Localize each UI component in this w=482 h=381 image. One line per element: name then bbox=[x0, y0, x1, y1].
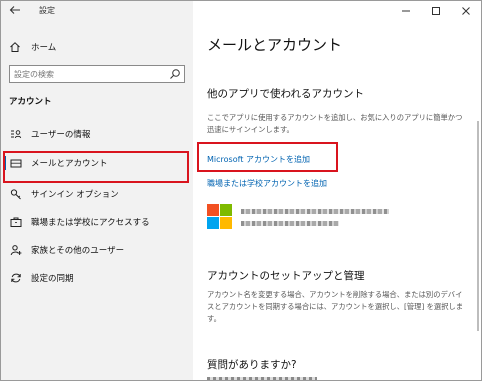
close-icon bbox=[462, 7, 470, 15]
sidebar: 設定 ホーム アカウント bbox=[1, 1, 193, 380]
sidebar-item-sync-settings[interactable]: 設定の同期 bbox=[1, 265, 193, 291]
ms-logo-red bbox=[207, 204, 219, 216]
app-title: 設定 bbox=[39, 6, 55, 15]
setup-heading: アカウントのセットアップと管理 bbox=[207, 270, 365, 282]
maximize-icon bbox=[432, 7, 440, 15]
sidebar-item-label: 職場または学校にアクセスする bbox=[31, 218, 150, 228]
blurred-account-type bbox=[241, 221, 339, 226]
other-apps-heading: 他のアプリで使われるアカウント bbox=[207, 88, 364, 100]
person-add-icon bbox=[9, 244, 23, 256]
scrollbar[interactable] bbox=[477, 121, 479, 331]
sync-icon bbox=[9, 272, 23, 284]
sidebar-item-signin-options[interactable]: サインイン オプション bbox=[1, 181, 193, 207]
user-info-icon bbox=[9, 128, 23, 140]
briefcase-icon bbox=[9, 216, 23, 228]
search-box[interactable] bbox=[9, 65, 185, 83]
section-label-account: アカウント bbox=[9, 97, 52, 107]
key-icon bbox=[9, 188, 23, 200]
search-input[interactable] bbox=[14, 67, 164, 81]
question-heading: 質問がありますか? bbox=[207, 359, 297, 371]
minimize-icon bbox=[402, 10, 410, 12]
sidebar-item-label: 設定の同期 bbox=[31, 274, 74, 284]
microsoft-logo-icon[interactable] bbox=[207, 204, 232, 229]
close-button[interactable] bbox=[451, 1, 481, 21]
back-arrow-icon bbox=[9, 6, 20, 14]
sidebar-item-label: サインイン オプション bbox=[31, 190, 119, 200]
minimize-button[interactable] bbox=[391, 1, 421, 21]
highlight-outline-link bbox=[197, 142, 338, 172]
page-title: メールとアカウント bbox=[207, 36, 343, 54]
highlight-outline-sidebar bbox=[3, 151, 189, 183]
nav-home[interactable]: ホーム bbox=[9, 40, 56, 54]
search-icon[interactable] bbox=[169, 68, 181, 80]
window-controls bbox=[391, 1, 481, 23]
setup-description: アカウント名を変更する場合、アカウントを削除する場合、または別のデバイスとアカウ… bbox=[207, 290, 464, 323]
blurred-account-email bbox=[241, 209, 389, 214]
maximize-button[interactable] bbox=[421, 1, 451, 21]
ms-logo-green bbox=[220, 204, 232, 216]
other-apps-description: ここでアプリに使用するアカウントを追加し、お気に入りのアプリに簡単かつ迅速にサイ… bbox=[207, 113, 463, 134]
add-work-account-link[interactable]: 職場または学校アカウントを追加 bbox=[207, 178, 327, 189]
sidebar-item-label: ユーザーの情報 bbox=[31, 130, 91, 140]
ms-logo-blue bbox=[207, 217, 219, 229]
sidebar-item-family-users[interactable]: 家族とその他のユーザー bbox=[1, 237, 193, 263]
main-content: メールとアカウント 他のアプリで使われるアカウント ここでアプリに使用するアカウ… bbox=[193, 1, 481, 380]
sidebar-item-label: 家族とその他のユーザー bbox=[31, 246, 125, 256]
sidebar-item-work-school[interactable]: 職場または学校にアクセスする bbox=[1, 209, 193, 235]
back-button[interactable] bbox=[9, 4, 23, 18]
home-icon bbox=[9, 41, 23, 53]
settings-window: 設定 ホーム アカウント bbox=[0, 0, 482, 381]
home-label: ホーム bbox=[31, 43, 57, 53]
sidebar-item-user-info[interactable]: ユーザーの情報 bbox=[1, 121, 193, 147]
title-bar: 設定 bbox=[1, 1, 193, 23]
bottom-partial-content bbox=[207, 377, 317, 380]
ms-logo-yellow bbox=[220, 217, 232, 229]
